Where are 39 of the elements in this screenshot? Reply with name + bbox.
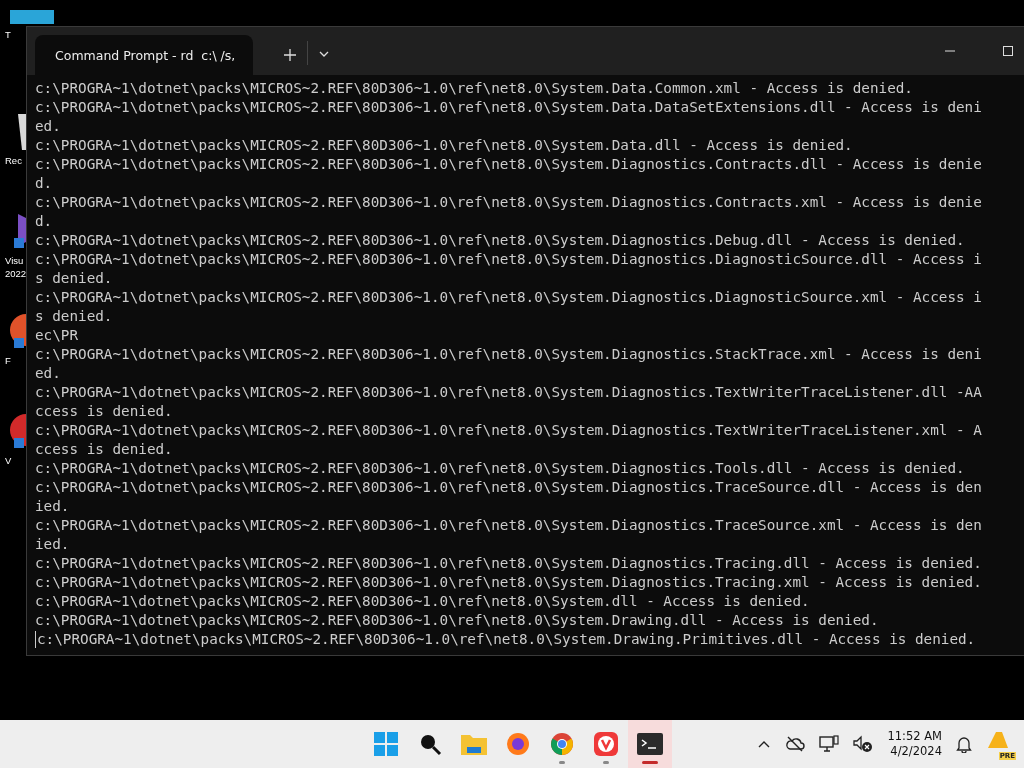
desktop-icon-label: Visu 2022 (4, 254, 27, 280)
console-line: s denied. (35, 307, 113, 326)
console-line: c:\PROGRA~1\dotnet\packs\MICROS~2.REF\80D306~1.0\ref\net8.0\System.Diagnostics.Contracts.dll - Access is denie (35, 155, 982, 174)
console-line: c:\PROGRA~1\dotnet\packs\MICROS~2.REF\80D306~1.0\ref\net8.0\System.Drawing.dll - Access is denied. (35, 611, 879, 630)
console-line: ed. (35, 364, 61, 383)
console-line: c:\PROGRA~1\dotnet\packs\MICROS~2.REF\80D306~1.0\ref\net8.0\System.Diagnostics.Debug.dll - Access is denied. (35, 231, 965, 250)
console-line: c:\PROGRA~1\dotnet\packs\MICROS~2.REF\80D306~1.0\ref\net8.0\System.Diagnostics.TextWriterTraceListener.xml - A (35, 421, 982, 440)
console-line: ccess is denied. (35, 440, 173, 459)
console-line: c:\PROGRA~1\dotnet\packs\MICROS~2.REF\80D306~1.0\ref\net8.0\System.Diagnostics.DiagnosticSource.dll - Access i (35, 250, 982, 269)
console-line: c:\PROGRA~1\dotnet\packs\MICROS~2.REF\80D306~1.0\ref\net8.0\System.Diagnostics.Tools.dll - Access is denied. (35, 459, 965, 478)
console-line: d. (35, 174, 53, 193)
console-line: c:\PROGRA~1\dotnet\packs\MICROS~2.REF\80D306~1.0\ref\net8.0\System.Data.DataSetExtensions.dll - Access is deni (35, 98, 982, 117)
console-line: c:\PROGRA~1\dotnet\packs\MICROS~2.REF\80D306~1.0\ref\net8.0\System.Diagnostics.StackTrace.xml - Access is deni (35, 345, 982, 364)
console-line: c:\PROGRA~1\dotnet\packs\MICROS~2.REF\80D306~1.0\ref\net8.0\System.Drawing.Primitives.dll - Access is denied. (37, 630, 976, 649)
console-line: ied. (35, 535, 70, 554)
console-line: c:\PROGRA~1\dotnet\packs\MICROS~2.REF\80D306~1.0\ref\net8.0\System.Data.dll - Access is denied. (35, 136, 853, 155)
console-line: c:\PROGRA~1\dotnet\packs\MICROS~2.REF\80D306~1.0\ref\net8.0\System.Diagnostics.TraceSource.dll - Access is den (35, 478, 982, 497)
clock-time[interactable]: 11:52 AM (887, 729, 942, 744)
clock-date[interactable]: 4/2/2024 (890, 744, 942, 759)
console-line: ed. (35, 117, 61, 136)
tab-title: Command Prompt - rd c:\ /s, (55, 47, 236, 63)
console-line: c:\PROGRA~1\dotnet\packs\MICROS~2.REF\80D306~1.0\ref\net8.0\System.Diagnostics.DiagnosticSource.xml - Access i (35, 288, 982, 307)
console-line: c:\PROGRA~1\dotnet\packs\MICROS~2.REF\80D306~1.0\ref\net8.0\System.Diagnostics.TextWriterTraceListener.dll -AA (35, 383, 982, 402)
console-line: c:\PROGRA~1\dotnet\packs\MICROS~2.REF\80D306~1.0\ref\net8.0\System.Diagnostics.Contracts.xml - Access is denie (35, 193, 982, 212)
console-line: c:\PROGRA~1\dotnet\packs\MICROS~2.REF\80D306~1.0\ref\net8.0\System.Diagnostics.Tracing.dll - Access is denied. (35, 554, 982, 573)
console-line: ccess is denied. (35, 402, 173, 421)
desktop-icon-label: T (4, 28, 11, 41)
console-line: s denied. (35, 269, 113, 288)
desktop-icon-label: F (4, 354, 11, 367)
terminal-tab[interactable]: Command Prompt - rd c:\ /s, (35, 35, 253, 75)
console-line: c:\PROGRA~1\dotnet\packs\MICROS~2.REF\80D306~1.0\ref\net8.0\System.Diagnostics.TraceSource.xml - Access is den (35, 516, 982, 535)
console-line: c:\PROGRA~1\dotnet\packs\MICROS~2.REF\80D306~1.0\ref\net8.0\System.Diagnostics.Tracing.xml - Access is denied. (35, 573, 982, 592)
console-line: c:\PROGRA~1\dotnet\packs\MICROS~2.REF\80D306~1.0\ref\net8.0\System.dll - Access is denied. (35, 592, 810, 611)
console-line: ec\PR (35, 326, 79, 345)
desktop-icon-label: V (4, 454, 12, 467)
console-line: d. (35, 212, 53, 231)
console-line: c:\PROGRA~1\dotnet\packs\MICROS~2.REF\80D306~1.0\ref\net8.0\System.Data.Common.xml - Access is denied. (35, 79, 913, 98)
console-line: ied. (35, 497, 70, 516)
desktop-icon-label: Rec (4, 154, 22, 167)
